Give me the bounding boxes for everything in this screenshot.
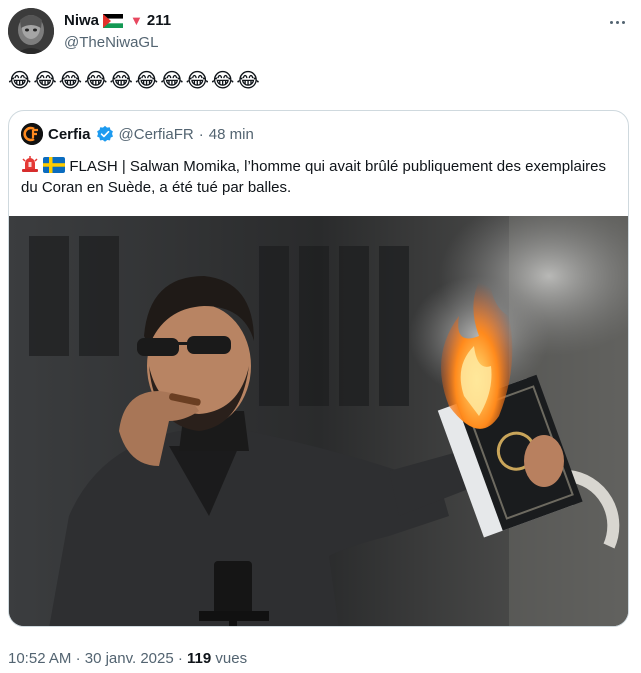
author-display-name[interactable]: Niwa ▼ 211	[64, 12, 171, 29]
quoted-timestamp[interactable]: 48 min	[209, 126, 254, 143]
sweden-flag-icon	[43, 157, 66, 173]
verified-badge-icon	[96, 125, 113, 142]
quoted-author-name[interactable]: Cerfia	[48, 126, 91, 143]
siren-icon	[22, 156, 38, 172]
author-name[interactable]: Niwa	[64, 12, 99, 29]
photo-man-burning-book-icon	[9, 216, 628, 626]
quoted-text-body: FLASH | Salwan Momika, l’homme qui avait…	[21, 158, 606, 196]
quoted-author-handle[interactable]: @CerfiaFR	[119, 126, 194, 143]
tweet-text: 😂😂😂😂😂😂😂😂😂😂	[8, 68, 262, 92]
post-time[interactable]: 10:52 AM	[8, 650, 71, 667]
tweet: Niwa ▼ 211 @TheNiwaGL 😂😂😂😂😂😂😂😂😂😂 Cerfia …	[0, 0, 641, 673]
more-dot-icon	[621, 20, 625, 24]
down-triangle-icon: ▼	[130, 13, 143, 28]
more-dot-icon	[615, 20, 619, 24]
palestine-flag-icon	[103, 13, 124, 28]
quoted-header: Cerfia @CerfiaFR · 48 min	[21, 123, 254, 145]
author-avatar[interactable]	[8, 8, 54, 54]
meta-separator: ·	[177, 650, 183, 667]
quoted-separator: ·	[198, 125, 204, 143]
more-options-button[interactable]	[605, 10, 629, 34]
author-handle[interactable]: @TheNiwaGL	[64, 34, 158, 51]
heart-count: 211	[146, 12, 172, 29]
avatar-image-icon	[8, 8, 54, 54]
more-dot-icon	[609, 20, 613, 24]
views-count: 119	[187, 650, 212, 667]
quoted-tweet[interactable]: Cerfia @CerfiaFR · 48 min FLASH | Salwan…	[8, 110, 629, 627]
quoted-photo[interactable]	[9, 216, 628, 626]
meta-separator: ·	[75, 650, 81, 667]
cerfia-logo-icon[interactable]	[21, 123, 43, 145]
tweet-meta: 10:52 AM · 30 janv. 2025 · 119 vues	[8, 650, 247, 667]
views-label: vues	[215, 650, 248, 667]
quoted-text: FLASH | Salwan Momika, l’homme qui avait…	[21, 155, 611, 198]
post-date[interactable]: 30 janv. 2025	[85, 650, 174, 667]
